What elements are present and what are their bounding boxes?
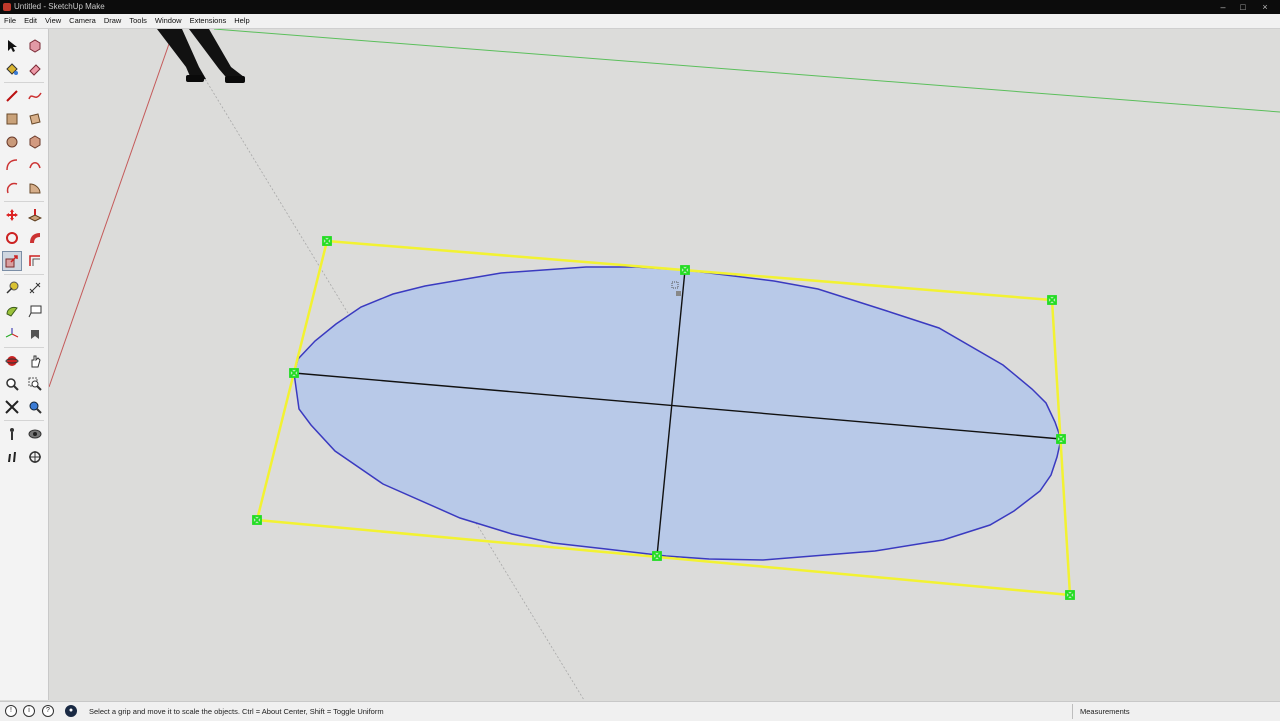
three-point-arc-icon[interactable] (3, 179, 21, 197)
menu-bar: File Edit View Camera Draw Tools Window Extensi… (0, 14, 1280, 29)
circle-icon[interactable] (3, 133, 21, 151)
menu-tools[interactable]: Tools (125, 14, 151, 28)
freehand-icon[interactable] (26, 87, 44, 105)
ellipse-face[interactable] (293, 266, 1062, 561)
sketchup-app-icon (3, 3, 11, 11)
select-tool-icon[interactable] (3, 37, 21, 55)
look-around-icon[interactable] (26, 425, 44, 443)
status-message: Select a grip and move it to scale the o… (89, 707, 384, 716)
eraser-icon[interactable] (26, 60, 44, 78)
pan-icon[interactable] (26, 352, 44, 370)
scale-grip-right-mid[interactable] (1056, 434, 1066, 444)
menu-file[interactable]: File (0, 14, 20, 28)
menu-window[interactable]: Window (151, 14, 186, 28)
dimension-icon[interactable] (26, 279, 44, 297)
green-axis (213, 29, 1280, 113)
measurements-divider (1072, 704, 1073, 719)
3d-text-icon[interactable] (26, 325, 44, 343)
two-point-arc-icon[interactable] (26, 156, 44, 174)
geo-location-icon[interactable]: ● (65, 705, 77, 717)
close-icon[interactable]: × (1256, 0, 1274, 14)
measurements-label: Measurements (1080, 707, 1130, 716)
walk-icon[interactable] (3, 448, 21, 466)
move-icon[interactable] (3, 206, 21, 224)
credits-icon[interactable]: i (23, 705, 35, 717)
push-pull-icon[interactable] (26, 206, 44, 224)
status-bar: ! i ? ● Select a grip and move it to sca… (0, 701, 1280, 721)
zoom-extents-icon[interactable] (3, 398, 21, 416)
line-tool-icon[interactable] (3, 87, 21, 105)
maximize-icon[interactable]: □ (1234, 0, 1252, 14)
menu-edit[interactable]: Edit (20, 14, 41, 28)
menu-view[interactable]: View (41, 14, 65, 28)
make-component-icon[interactable] (26, 37, 44, 55)
title-bar: Untitled - SketchUp Make – □ × (0, 0, 1280, 14)
polygon-icon[interactable] (26, 133, 44, 151)
model-canvas[interactable] (49, 29, 1280, 700)
rotate-icon[interactable] (3, 229, 21, 247)
follow-me-icon[interactable] (26, 229, 44, 247)
position-camera-icon[interactable] (3, 425, 21, 443)
scale-grip-top-right[interactable] (1047, 295, 1057, 305)
scale-grip-left-mid[interactable] (289, 368, 299, 378)
rotated-rectangle-icon[interactable] (26, 110, 44, 128)
protractor-icon[interactable] (3, 302, 21, 320)
rectangle-icon[interactable] (3, 110, 21, 128)
menu-draw[interactable]: Draw (100, 14, 126, 28)
menu-help[interactable]: Help (230, 14, 253, 28)
scale-grip-top-left[interactable] (322, 236, 332, 246)
window-title: Untitled - SketchUp Make (14, 2, 105, 11)
red-axis (49, 40, 171, 388)
scale-grip-bottom-mid[interactable] (652, 551, 662, 561)
scale-grip-bottom-left[interactable] (252, 515, 262, 525)
scale-figure (157, 29, 245, 83)
pie-icon[interactable] (26, 179, 44, 197)
axes-icon[interactable] (3, 325, 21, 343)
menu-extensions[interactable]: Extensions (186, 14, 231, 28)
scale-grip-top-mid[interactable] (680, 265, 690, 275)
zoom-window-icon[interactable] (26, 375, 44, 393)
scale-grip-bottom-right[interactable] (1065, 590, 1075, 600)
orbit-icon[interactable] (3, 352, 21, 370)
modeling-viewport[interactable] (49, 29, 1280, 700)
help-icon[interactable]: ? (42, 705, 54, 717)
offset-icon[interactable] (26, 252, 44, 270)
large-tool-set (0, 29, 49, 700)
paint-bucket-icon[interactable] (3, 60, 21, 78)
arc-icon[interactable] (3, 156, 21, 174)
info-icon[interactable]: ! (5, 705, 17, 717)
scale-icon[interactable] (2, 251, 22, 271)
previous-view-icon[interactable] (26, 398, 44, 416)
menu-camera[interactable]: Camera (65, 14, 100, 28)
section-plane-icon[interactable] (26, 448, 44, 466)
zoom-icon[interactable] (3, 375, 21, 393)
minimize-icon[interactable]: – (1214, 0, 1232, 14)
tape-measure-icon[interactable] (3, 279, 21, 297)
text-tool-icon[interactable] (26, 302, 44, 320)
